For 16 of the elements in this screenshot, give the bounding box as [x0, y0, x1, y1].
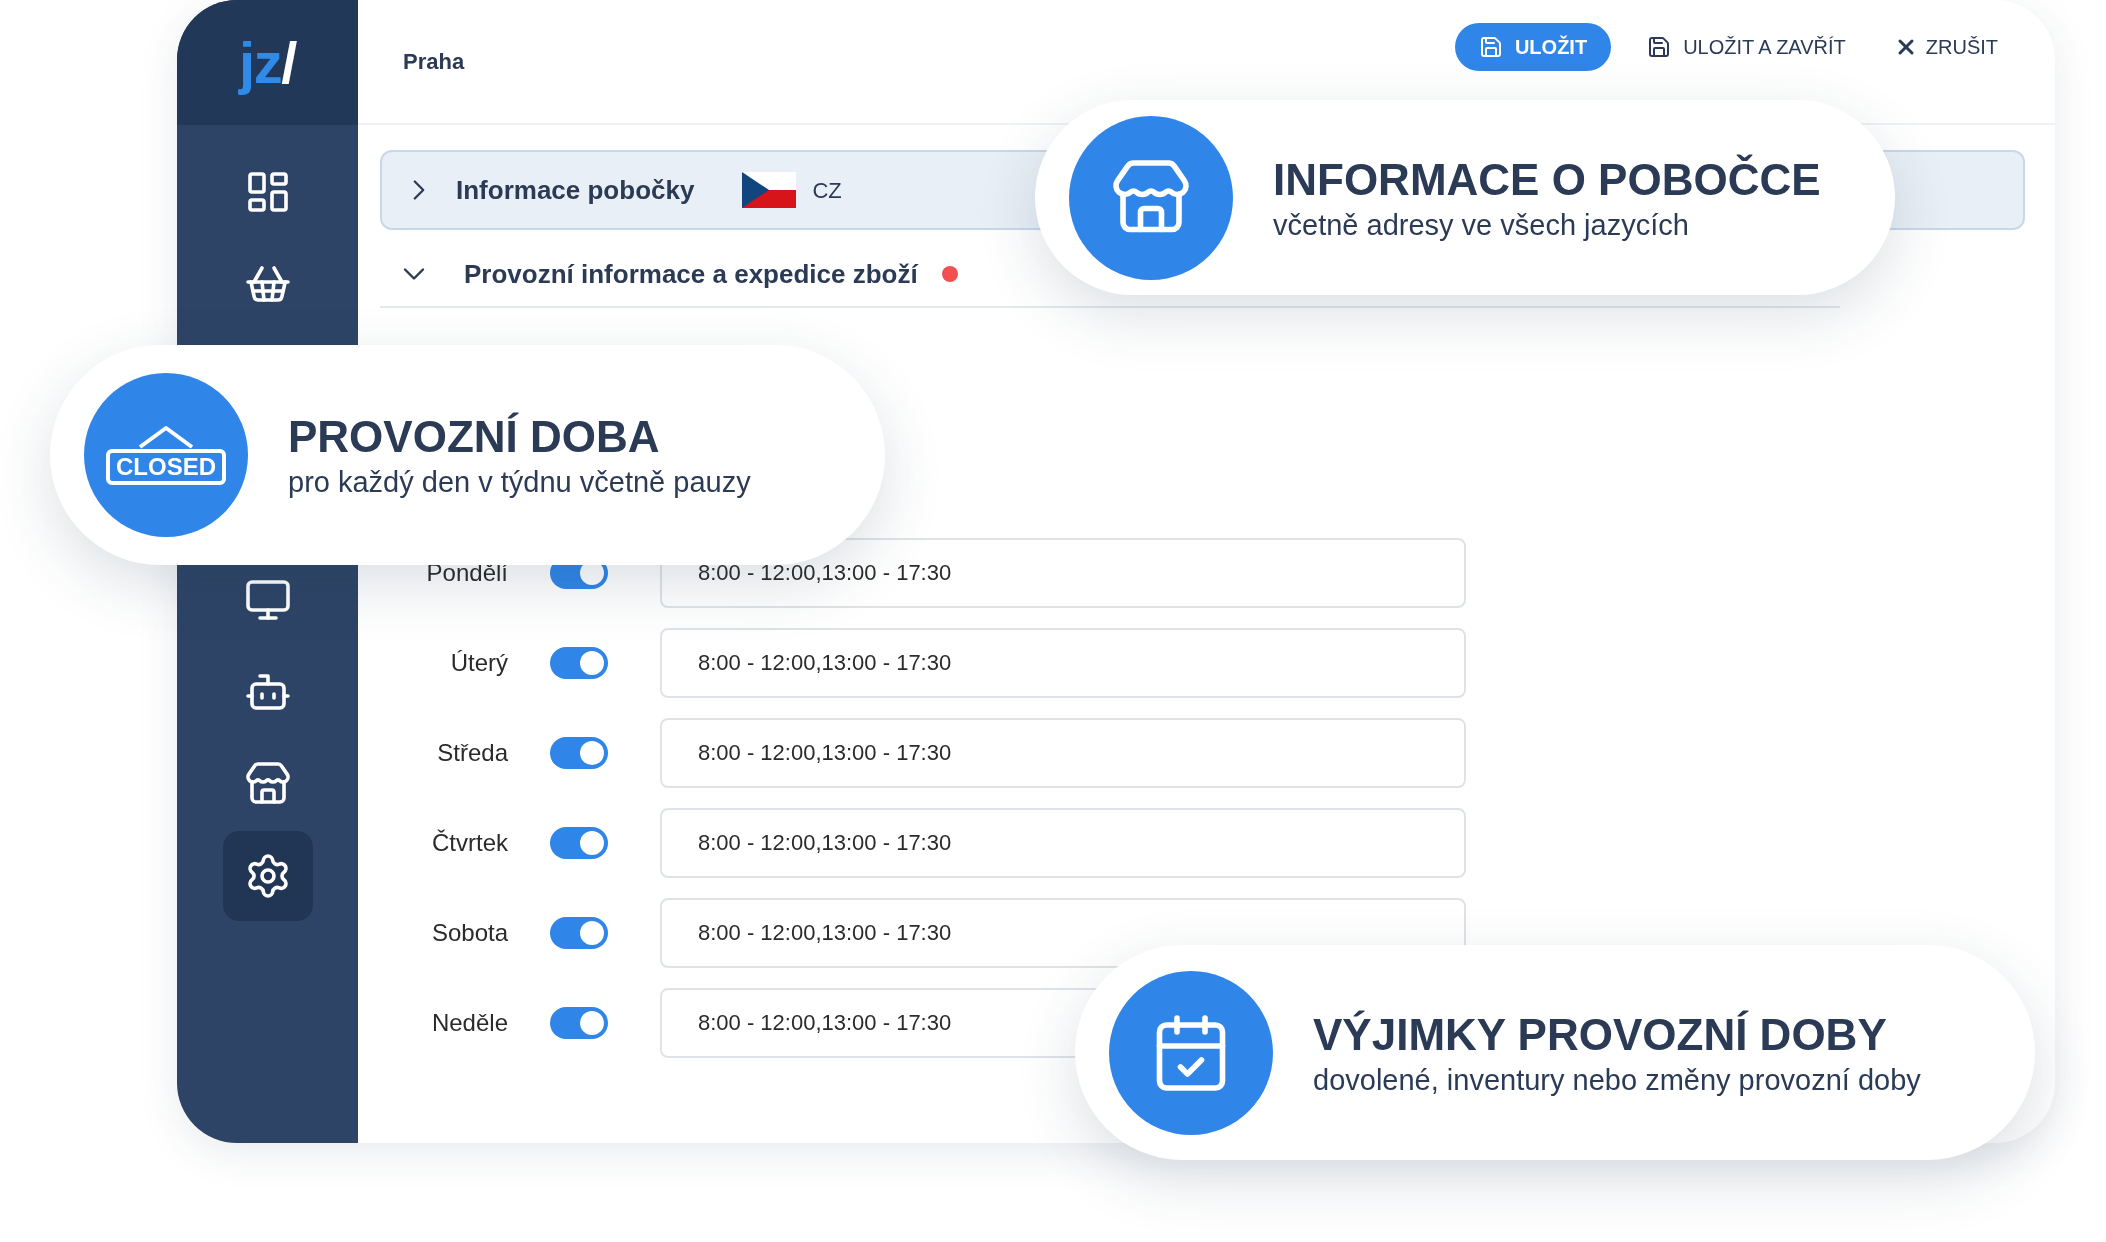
logo: jz/ [177, 0, 358, 125]
day-label: Neděle [430, 1008, 508, 1038]
day-label: Středa [436, 738, 508, 768]
day-label: Čtvrtek [431, 828, 508, 858]
callout-title: INFORMACE O POBOČCE [1273, 153, 1821, 206]
day-label: Pondělí [425, 558, 508, 588]
section-title: Provozní informace a expedice zboží [464, 257, 918, 291]
day-label: Úterý [449, 648, 508, 678]
page-title: Praha [403, 48, 465, 76]
section-title: Informace pobočky [456, 173, 695, 207]
callout-subtitle: včetně adresy ve všech jazycích [1273, 207, 1690, 243]
callout-subtitle: pro každý den v týdnu včetně pauzy [288, 465, 751, 501]
language-code: CZ [812, 176, 842, 205]
callout-subtitle: dovolené, inventury nebo změny provozní doby [1313, 1062, 1921, 1098]
day-label: Sobota [430, 918, 508, 948]
callout-title: PROVOZNÍ DOBA [288, 411, 661, 464]
